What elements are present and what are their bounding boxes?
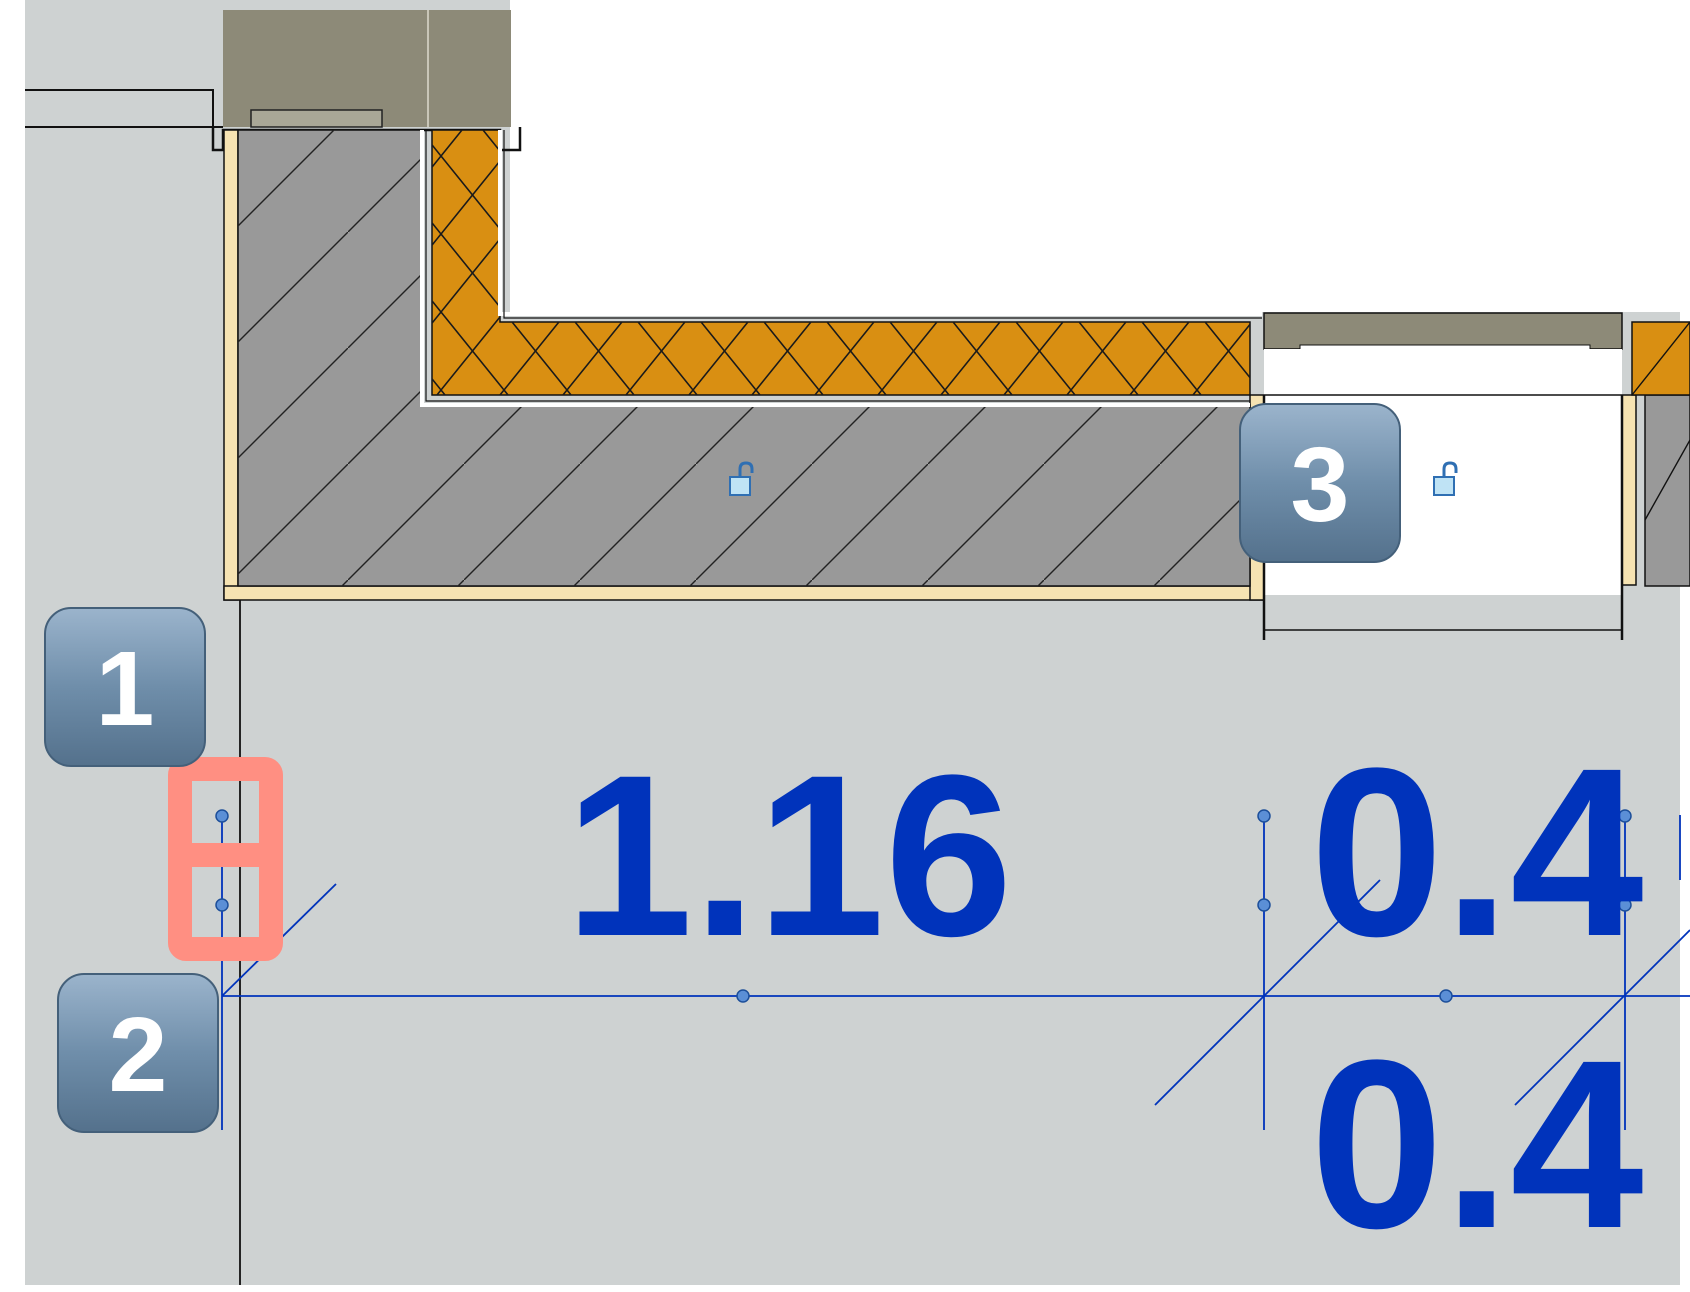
room-interior [510,0,1680,312]
grip-handle [215,809,229,823]
grip-handle [215,898,229,912]
grip-handle [1257,898,1271,912]
badge-1: 1 [44,607,206,767]
grip-handle [1257,809,1271,823]
dimension-label-right-bottom[interactable]: 0.4 [1310,1010,1644,1278]
badge-3: 3 [1239,403,1401,563]
wall-cap-top [211,10,522,152]
dimension-label-right-top[interactable]: 0.4 [1310,718,1644,986]
drawing-canvas[interactable]: 1.16 0.4 0.4 1 2 3 [0,0,1690,1292]
grip-handle [1439,989,1453,1003]
dimension-label-left[interactable]: 1.16 [565,727,1013,984]
badge-2-label: 2 [109,996,168,1114]
badge-1-label: 1 [96,630,155,748]
badge-2: 2 [57,973,219,1133]
badge-3-label: 3 [1291,426,1350,544]
grip-handle [736,989,750,1003]
